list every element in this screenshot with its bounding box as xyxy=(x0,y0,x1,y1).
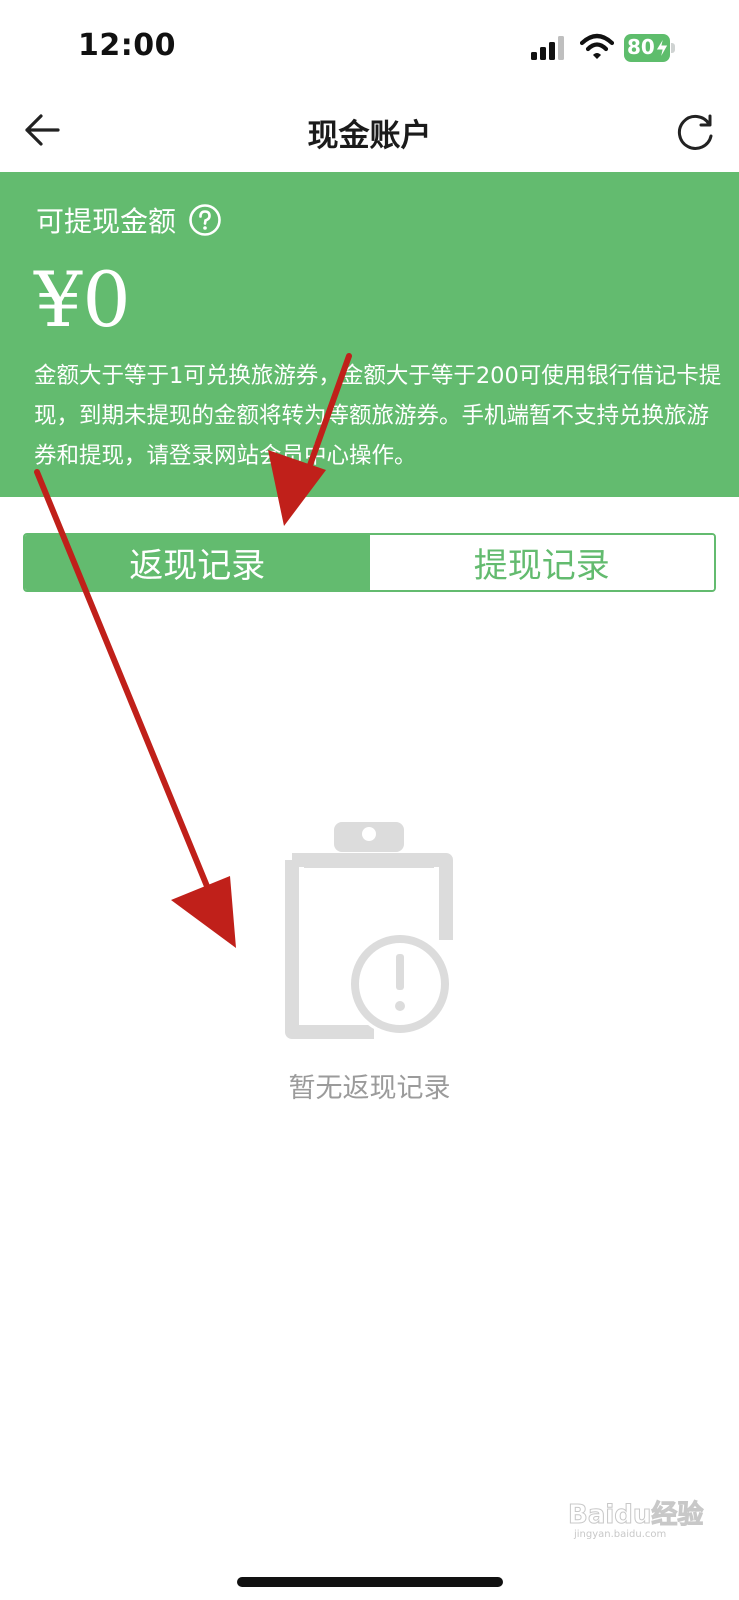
home-indicator[interactable] xyxy=(237,1577,503,1587)
page-title: 现金账户 xyxy=(307,118,432,154)
status-bar: 12:00 80 xyxy=(0,0,739,96)
refresh-button[interactable] xyxy=(672,108,720,156)
status-time: 12:00 xyxy=(78,28,176,63)
nav-bar: 现金账户 xyxy=(0,96,739,172)
battery-level: 80 xyxy=(627,35,655,59)
empty-state-text: 暂无返现记录 xyxy=(288,1073,451,1104)
tab-cashback-records[interactable]: 返现记录 xyxy=(25,535,370,590)
record-tabs: 返现记录 提现记录 xyxy=(23,533,716,592)
battery-cap xyxy=(671,43,675,53)
clipboard-alert-icon xyxy=(285,822,453,1039)
balance-amount: ¥0 xyxy=(34,255,131,344)
balance-label-row: 可提现金额 xyxy=(36,200,222,240)
signal-icon xyxy=(531,36,564,60)
question-circle-icon[interactable] xyxy=(188,203,222,237)
refresh-icon xyxy=(677,114,713,150)
balance-note: 金额大于等于1可兑换旅游券，金额大于等于200可使用银行借记卡提现，到期未提现的… xyxy=(34,363,722,469)
baidu-jingyan-watermark: Baidu经验 jingyan.baidu.com xyxy=(568,1499,704,1540)
balance-label: 可提现金额 xyxy=(36,205,177,238)
battery-indicator: 80 xyxy=(624,34,676,62)
watermark-text: Baidu经验 xyxy=(568,1499,703,1530)
wifi-icon xyxy=(580,33,614,59)
battery-charging-icon xyxy=(655,37,669,59)
watermark-subtext: jingyan.baidu.com xyxy=(573,1529,666,1539)
balance-card: 可提现金额 ¥0 金额大于等于1可兑换旅游券，金额大于等于200可使用银行借记卡… xyxy=(0,172,739,497)
tab-withdrawal-records[interactable]: 提现记录 xyxy=(369,535,714,590)
